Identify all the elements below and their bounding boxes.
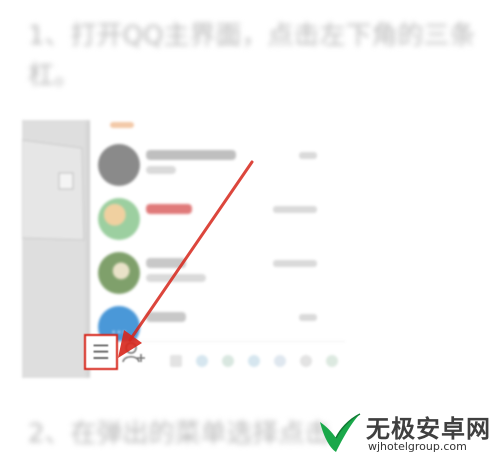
chat-name — [146, 150, 236, 160]
chat-list-item[interactable] — [90, 188, 345, 244]
chat-name — [146, 312, 186, 322]
settings-icon[interactable] — [274, 355, 286, 367]
chat-list-item[interactable] — [90, 242, 345, 298]
add-contact-icon[interactable] — [121, 340, 147, 364]
chat-time — [299, 152, 317, 159]
chat-time — [273, 260, 317, 267]
step-2-text: 2、在弹出的菜单选择点击 — [28, 419, 331, 449]
chat-name — [146, 204, 192, 214]
chat-preview — [146, 166, 176, 174]
contacts-icon[interactable] — [222, 355, 234, 367]
step-1-text-continued: 杠。 — [28, 61, 81, 91]
file-icon[interactable] — [170, 355, 182, 367]
step-1-text: 1、打开QQ主界面，点击左下角的三条 — [28, 21, 476, 51]
mail-icon[interactable] — [300, 355, 312, 367]
main-menu-button[interactable]: ☰ — [84, 334, 118, 370]
avatar — [98, 198, 140, 240]
watermark-url: wjhotelgroup.com — [368, 440, 467, 453]
avatar — [98, 252, 140, 294]
apps-icon[interactable] — [248, 355, 260, 367]
chat-list-item[interactable] — [90, 134, 345, 190]
chat-preview — [146, 274, 206, 282]
qq-screenshot: … — [22, 120, 345, 378]
phone-icon[interactable] — [196, 355, 208, 367]
chat-time — [299, 314, 317, 321]
chat-time — [273, 206, 317, 213]
check-leaf-logo-icon — [320, 413, 361, 452]
document-icon — [58, 172, 74, 190]
chat-name — [146, 258, 186, 268]
avatar — [98, 144, 140, 186]
hamburger-menu-icon: ☰ — [92, 340, 110, 364]
site-watermark: 无极安卓网 wjhotelgroup.com — [310, 404, 500, 462]
watermark-name: 无极安卓网 — [366, 415, 491, 443]
status-tab — [110, 122, 134, 128]
more-icon[interactable] — [326, 355, 338, 367]
